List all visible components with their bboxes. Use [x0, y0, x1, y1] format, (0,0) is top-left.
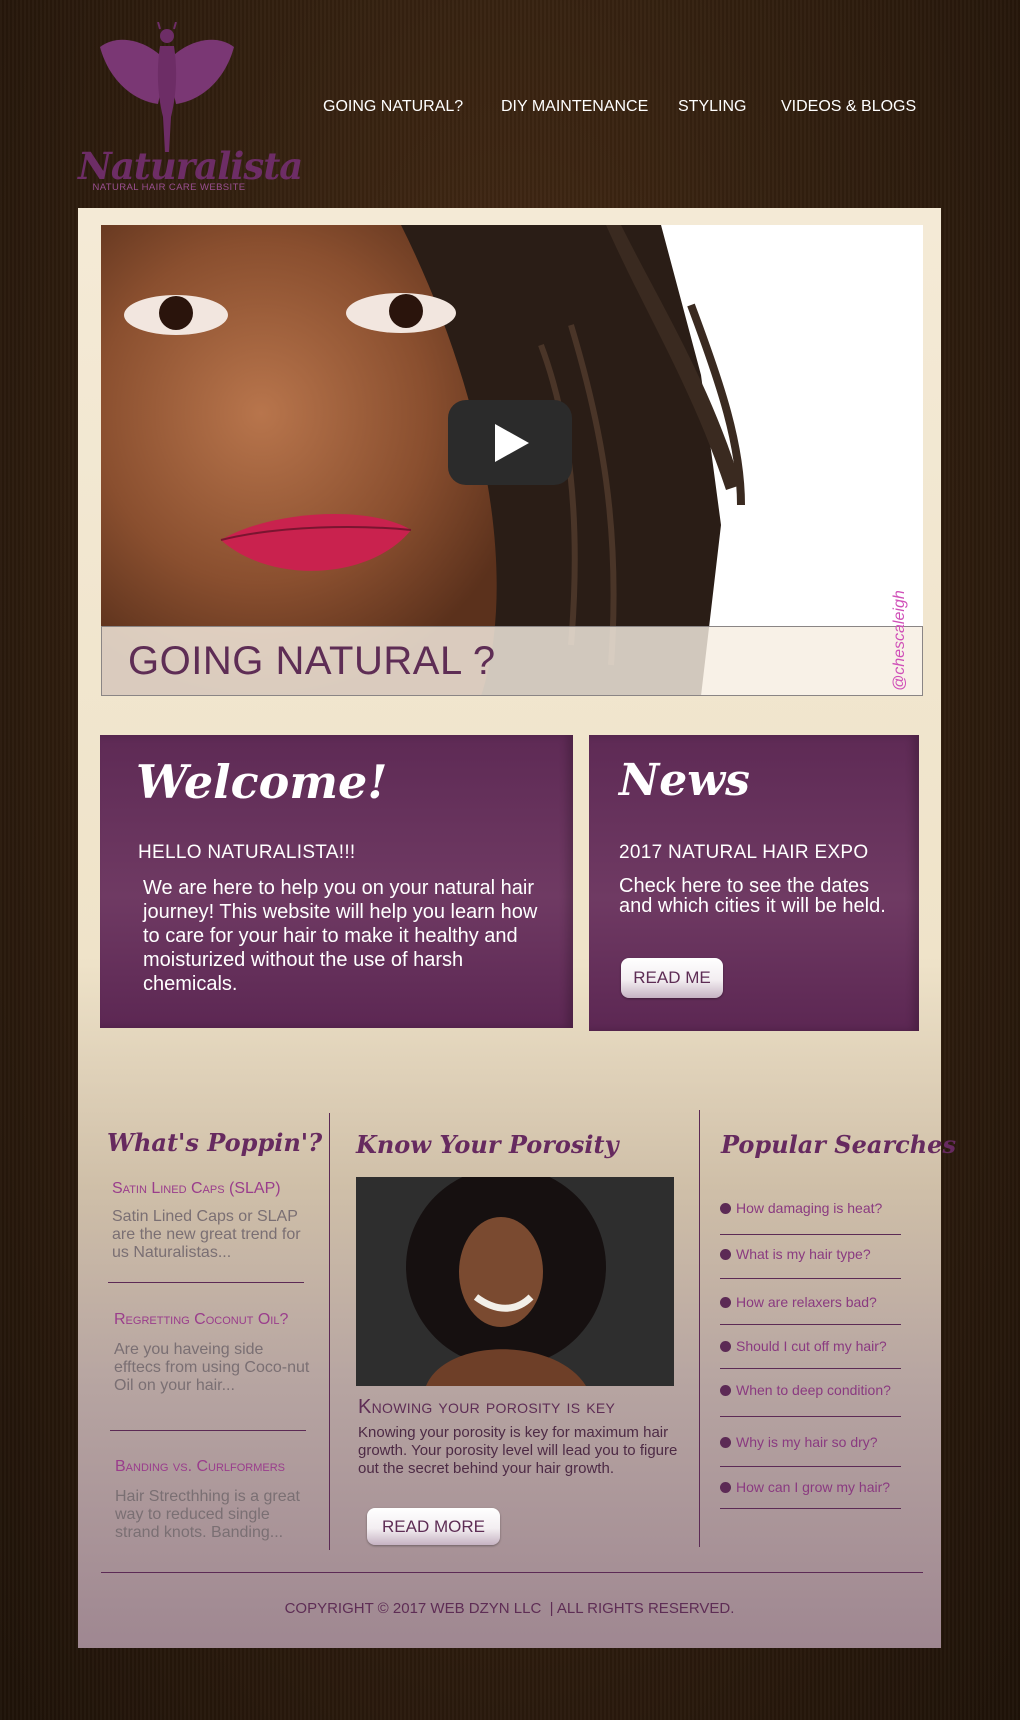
poppin-item-title[interactable]: Regretting Coconut Oil? [114, 1311, 288, 1329]
news-body: Check here to see the dates and which ci… [619, 875, 886, 917]
popular-searches-heading: Popular Searches [721, 1130, 956, 1159]
read-more-button[interactable]: READ MORE [367, 1508, 500, 1545]
search-divider [720, 1324, 901, 1325]
column-divider-right [699, 1110, 700, 1547]
hero-video[interactable]: GOING NATURAL ? @chescaleigh [101, 225, 923, 696]
nav-going-natural[interactable]: GOING NATURAL? [323, 98, 463, 116]
bullet-icon [720, 1297, 731, 1308]
bullet-icon [720, 1249, 731, 1260]
news-subheading: 2017 NATURAL HAIR EXPO [619, 842, 869, 863]
search-link-label[interactable]: Should I cut off my hair? [736, 1338, 887, 1354]
video-play-button[interactable] [448, 400, 572, 485]
main-nav: GOING NATURAL? DIY MAINTENANCE STYLING V… [0, 98, 1020, 124]
search-link[interactable]: Why is my hair so dry? [720, 1434, 878, 1450]
bullet-icon [720, 1341, 731, 1352]
poppin-item-desc: Are you haveing side efftecs from using … [114, 1341, 310, 1394]
play-icon [495, 424, 529, 462]
search-divider [720, 1368, 901, 1369]
poppin-divider [110, 1430, 306, 1431]
photo-credit: @chescaleigh [891, 590, 908, 691]
poppin-divider [108, 1282, 304, 1283]
porosity-body: Knowing your porosity is key for maximum… [358, 1424, 678, 1477]
search-link[interactable]: What is my hair type? [720, 1246, 871, 1262]
bullet-icon [720, 1203, 731, 1214]
welcome-body: We are here to help you on your natural … [143, 877, 538, 995]
search-link[interactable]: When to deep condition? [720, 1382, 891, 1398]
bullet-icon [720, 1385, 731, 1396]
poppin-heading: What's Poppin'? [107, 1128, 323, 1157]
read-me-button[interactable]: READ ME [621, 958, 723, 998]
bullet-icon [720, 1437, 731, 1448]
search-link[interactable]: How are relaxers bad? [720, 1294, 877, 1310]
winged-figure-icon [100, 22, 234, 152]
nav-diy-maintenance[interactable]: DIY MAINTENANCE [501, 98, 648, 116]
poppin-item-title[interactable]: Satin Lined Caps (SLAP) [112, 1180, 281, 1198]
search-link[interactable]: How damaging is heat? [720, 1200, 882, 1216]
search-link-label[interactable]: Why is my hair so dry? [736, 1434, 878, 1450]
nav-styling[interactable]: STYLING [678, 98, 746, 116]
site-header: Naturalista NATURAL HAIR CARE WEBSITE GO… [0, 0, 1020, 208]
poppin-item-desc: Hair Strecthhing is a great way to reduc… [115, 1488, 300, 1541]
porosity-heading: Know Your Porosity [356, 1130, 619, 1159]
hero-title: GOING NATURAL ? [128, 639, 496, 683]
poppin-item-desc: Satin Lined Caps or SLAP are the new gre… [112, 1208, 301, 1261]
porosity-image [356, 1177, 674, 1386]
news-heading: News [619, 755, 750, 806]
search-divider [720, 1234, 901, 1235]
search-divider [720, 1508, 901, 1509]
search-link[interactable]: Should I cut off my hair? [720, 1338, 887, 1354]
search-link-label[interactable]: How can I grow my hair? [736, 1479, 890, 1495]
welcome-subheading: HELLO NATURALISTA!!! [138, 842, 356, 863]
portrait-image [356, 1177, 674, 1386]
search-link[interactable]: How can I grow my hair? [720, 1479, 890, 1495]
welcome-box: Welcome! HELLO NATURALISTA!!! We are her… [100, 735, 573, 1028]
column-divider-left [329, 1113, 330, 1550]
search-link-label[interactable]: How damaging is heat? [736, 1200, 882, 1216]
copyright-text: COPYRIGHT © 2017 WEB DZYN LLC | ALL RIGH… [284, 1600, 735, 1617]
nav-videos-blogs[interactable]: VIDEOS & BLOGS [781, 98, 916, 116]
search-divider [720, 1466, 901, 1467]
bullet-icon [720, 1482, 731, 1493]
search-link-label[interactable]: What is my hair type? [736, 1246, 871, 1262]
search-link-label[interactable]: How are relaxers bad? [736, 1294, 877, 1310]
welcome-heading: Welcome! [136, 755, 388, 809]
search-divider [720, 1416, 901, 1417]
search-divider [720, 1278, 901, 1279]
hero-caption-bar: GOING NATURAL ? [101, 626, 923, 696]
footer-divider [101, 1572, 923, 1573]
search-link-label[interactable]: When to deep condition? [736, 1382, 891, 1398]
porosity-title[interactable]: Knowing your porosity is key [358, 1396, 615, 1419]
news-box: News 2017 NATURAL HAIR EXPO Check here t… [589, 735, 919, 1031]
content-panel: GOING NATURAL ? @chescaleigh Welcome! HE… [78, 208, 956, 1648]
poppin-item-title[interactable]: Banding vs. Curlformers [115, 1458, 285, 1476]
logo-tagline: NATURAL HAIR CARE WEBSITE [92, 182, 246, 193]
